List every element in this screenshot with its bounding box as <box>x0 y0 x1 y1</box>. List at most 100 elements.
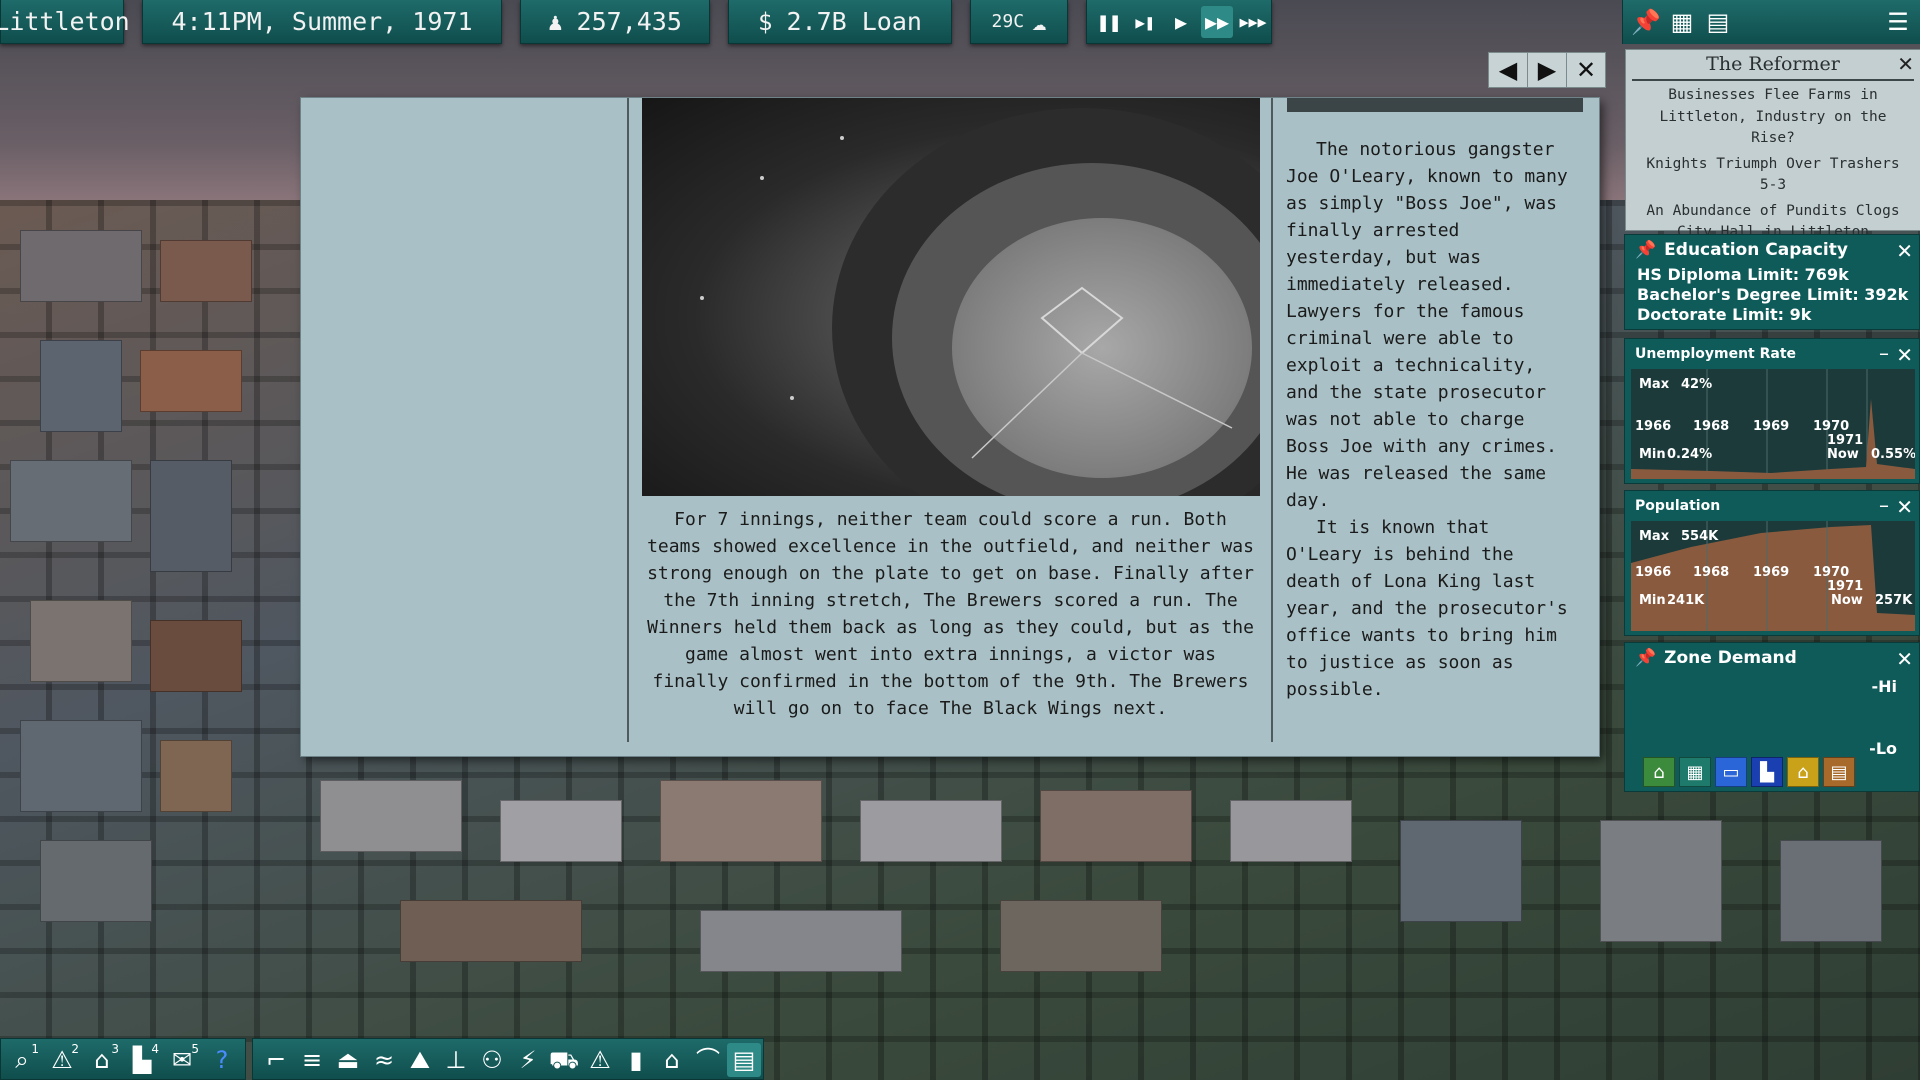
city-name-box[interactable]: Littleton <box>0 0 130 44</box>
tool-hotkey-badge: 2 <box>71 1042 79 1056</box>
rain-cloud-icon: ☁ <box>1032 7 1047 36</box>
sidebar-toolbar: 📌 ▦ ▤ ☰ <box>1622 0 1920 44</box>
population-box[interactable]: ♟ 257,435 <box>520 0 710 44</box>
hazard-tool-icon[interactable]: ⚠ <box>583 1043 617 1077</box>
pin-icon[interactable]: 📌 <box>1631 7 1661 37</box>
datetime-text: 4:11PM, Summer, 1971 <box>171 7 473 36</box>
baseball-article: For 7 innings, neither team could score … <box>647 509 1254 719</box>
funds-box[interactable]: $ 2.7B Loan <box>728 0 952 44</box>
monument-tool-icon[interactable]: ⊥ <box>439 1043 473 1077</box>
houses-icon[interactable]: ⌂ 3 <box>85 1043 119 1077</box>
unemployment-panel: Unemployment Rate – ✕ Max 42% 1966 1968 … <box>1624 338 1920 484</box>
datetime-box[interactable]: 4:11PM, Summer, 1971 <box>142 0 502 44</box>
column-divider <box>1271 98 1273 742</box>
tool-hotkey-badge: 1 <box>31 1042 39 1056</box>
build-toolbar: ⌐ ≡ ⏏ ≈ ⛰ ⊥ ⚇ ⚡ ⛟ ⚠ ▮ ⌂ ⌒ ▤ <box>252 1038 764 1080</box>
header-rule <box>1287 98 1583 112</box>
rail-tool-icon[interactable]: ≡ <box>295 1043 329 1077</box>
arrow-left-icon: ◀ <box>1498 56 1518 84</box>
article-paragraph: The notorious gangster Joe O'Leary, know… <box>1286 139 1568 511</box>
close-icon[interactable]: ✕ <box>1896 239 1913 263</box>
reformer-headlines-panel[interactable]: The Reformer ✕ Businesses Flee Farms in … <box>1626 50 1920 240</box>
tool-hotkey-badge: 4 <box>151 1042 159 1056</box>
people-tool-icon[interactable]: ⚇ <box>475 1043 509 1077</box>
news-tool-icon[interactable]: ▤ <box>727 1043 761 1077</box>
fast-forward-button[interactable]: ▶▶ <box>1201 6 1233 38</box>
commercial-zone-icon[interactable]: ▭ <box>1715 757 1747 787</box>
industrial-zone-icon[interactable]: ▙ <box>1751 757 1783 787</box>
demand-high-label: -Hi <box>1871 677 1897 696</box>
funds-value: 2.7B Loan <box>786 7 922 36</box>
stadium-photo <box>642 98 1260 496</box>
prev-page-button[interactable]: ◀ <box>1488 52 1528 88</box>
minimize-icon[interactable]: – <box>1879 493 1889 517</box>
fastest-button[interactable]: ▶▶▶ <box>1237 6 1269 38</box>
bachelor-limit: Bachelor's Degree Limit: 392k <box>1637 285 1909 304</box>
panel-title: Zone Demand <box>1664 648 1797 668</box>
dollar-icon: $ <box>758 7 773 36</box>
agriculture-zone-icon[interactable]: ⌂ <box>1787 757 1819 787</box>
population-panel: Population – ✕ Max 554K 1966 1968 1969 1… <box>1624 490 1920 636</box>
landscape-tool-icon[interactable]: ⛰ <box>403 1043 437 1077</box>
hs-diploma-limit: HS Diploma Limit: 769k <box>1637 265 1849 284</box>
utility-tool-icon[interactable]: ⏏ <box>331 1043 365 1077</box>
newspaper-icon[interactable]: ▤ <box>1703 7 1733 37</box>
grid-icon[interactable]: ▦ <box>1667 7 1697 37</box>
water-tool-icon[interactable]: ≈ <box>367 1043 401 1077</box>
next-page-button[interactable]: ▶ <box>1527 52 1567 88</box>
tool-hotkey-badge: 5 <box>191 1042 199 1056</box>
panel-title: Population <box>1635 498 1721 514</box>
article-paragraph: It is known that O'Leary is behind the d… <box>1286 517 1568 700</box>
population-graph: Max 554K 1966 1968 1969 1970 1971 Min 24… <box>1631 521 1915 631</box>
population-value: 257,435 <box>576 7 682 36</box>
speed-controls: ❚❚ ▶❚ ▶ ▶▶ ▶▶▶ <box>1086 0 1272 44</box>
education-capacity-panel: 📌 Education Capacity ✕ HS Diploma Limit: … <box>1624 234 1920 330</box>
power-tool-icon[interactable]: ⚡ <box>511 1043 545 1077</box>
menu-icon[interactable]: ☰ <box>1883 7 1913 37</box>
pin-icon[interactable]: 📌 <box>1635 240 1656 260</box>
play-button[interactable]: ▶ <box>1165 6 1197 38</box>
headline[interactable]: Knights Triumph Over Trashers 5-3 <box>1634 154 1912 197</box>
demand-low-label: -Lo <box>1869 739 1897 758</box>
city-name: Littleton <box>0 7 130 36</box>
close-icon: ✕ <box>1575 56 1597 84</box>
zone-demand-panel: 📌 Zone Demand ✕ -Hi -Lo ⌂ ▦ ▭ ▙ ⌂ ▤ <box>1624 642 1920 792</box>
park-tool-icon[interactable]: ⌒ <box>691 1043 725 1077</box>
warning-icon[interactable]: ⚠ 2 <box>45 1043 79 1077</box>
house-tool-icon[interactable]: ⌂ <box>655 1043 689 1077</box>
money-icon[interactable]: ✉ 5 <box>165 1043 199 1077</box>
pin-icon[interactable]: 📌 <box>1635 648 1656 668</box>
unemployment-graph: Max 42% 1966 1968 1969 1970 1971 Min 0.2… <box>1631 369 1915 479</box>
road-tool-icon[interactable]: ⌐ <box>259 1043 293 1077</box>
transport-tool-icon[interactable]: ⛟ <box>547 1043 581 1077</box>
pause-button[interactable]: ❚❚ <box>1093 6 1125 38</box>
temperature-value: 29C <box>991 11 1025 32</box>
bottom-left-toolbar: ⌕ 1 ⚠ 2 ⌂ 3 ▙ 4 ✉ 5? <box>0 1038 246 1080</box>
newspaper-title: The Reformer <box>1632 50 1914 81</box>
close-icon[interactable]: ✕ <box>1896 343 1913 367</box>
arrow-right-icon: ▶ <box>1537 56 1557 84</box>
column-divider <box>627 98 629 742</box>
residential-zone-icon[interactable]: ⌂ <box>1643 757 1675 787</box>
newspaper-page: For 7 innings, neither team could score … <box>301 98 1599 756</box>
headline[interactable]: Businesses Flee Farms in Littleton, Indu… <box>1634 85 1912 150</box>
person-icon: ♟ <box>548 7 563 36</box>
minimize-icon[interactable]: – <box>1879 341 1889 365</box>
close-icon[interactable]: ✕ <box>1897 52 1914 76</box>
panel-title: Unemployment Rate <box>1635 346 1797 362</box>
office-zone-icon[interactable]: ▦ <box>1679 757 1711 787</box>
help-icon[interactable]: ? <box>205 1043 239 1077</box>
close-icon[interactable]: ✕ <box>1896 495 1913 519</box>
gangster-article: The notorious gangster Joe O'Leary, know… <box>1286 136 1576 703</box>
close-newspaper-button[interactable]: ✕ <box>1566 52 1606 88</box>
search-icon[interactable]: ⌕ 1 <box>5 1043 39 1077</box>
doctorate-limit: Doctorate Limit: 9k <box>1637 305 1812 324</box>
weather-box[interactable]: 29C ☁ <box>970 0 1068 44</box>
factory-icon[interactable]: ▙ 4 <box>125 1043 159 1077</box>
tool-hotkey-badge: 3 <box>111 1042 119 1056</box>
step-button[interactable]: ▶❚ <box>1129 6 1161 38</box>
panel-title: Education Capacity <box>1664 240 1848 260</box>
farm-zone-icon[interactable]: ▤ <box>1823 757 1855 787</box>
close-icon[interactable]: ✕ <box>1896 647 1913 671</box>
tower-tool-icon[interactable]: ▮ <box>619 1043 653 1077</box>
